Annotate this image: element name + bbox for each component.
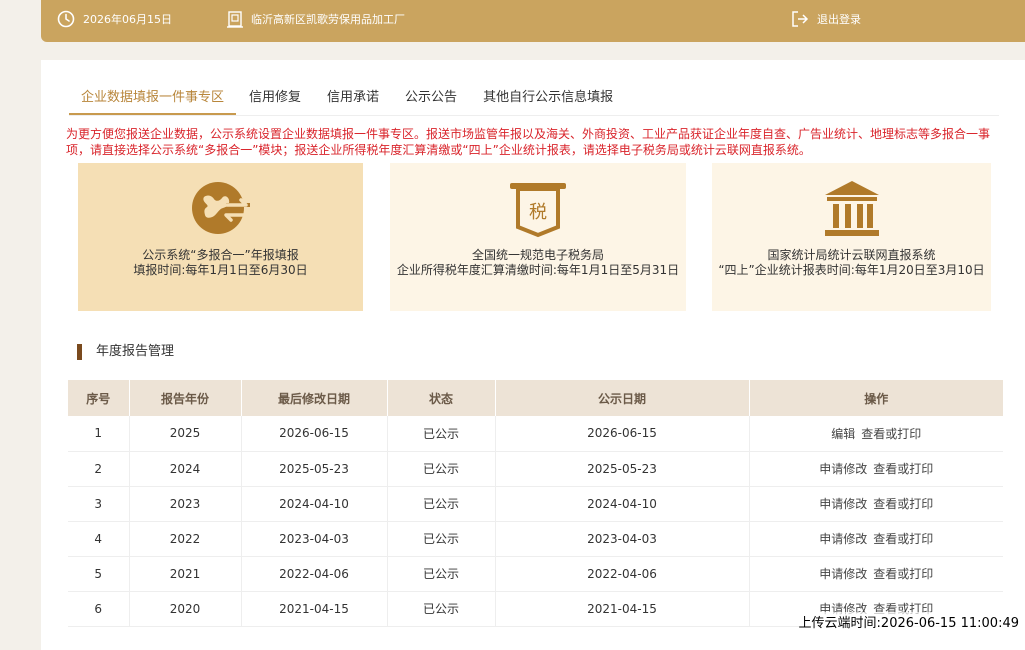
col-header-published: 公示日期 — [495, 380, 749, 416]
tab-credit-repair[interactable]: 信用修复 — [236, 78, 314, 115]
cell-no: 4 — [68, 521, 129, 556]
cell-published: 2025-05-23 — [495, 451, 749, 486]
main-panel: 企业数据填报一件事专区 信用修复 信用承诺 公示公告 其他自行公示信息填报 为更… — [41, 60, 1025, 650]
cell-published: 2026-06-15 — [495, 416, 749, 451]
cell-actions: 申请修改查看或打印 — [749, 521, 1003, 556]
tab-bar: 企业数据填报一件事专区 信用修复 信用承诺 公示公告 其他自行公示信息填报 — [69, 78, 999, 116]
cell-published: 2022-04-06 — [495, 556, 749, 591]
logout-label: 退出登录 — [817, 11, 861, 27]
logout-icon — [791, 10, 809, 28]
table-row: 120252026-06-15已公示2026-06-15编辑查看或打印 — [68, 416, 1003, 451]
header-company: 临沂高新区凯歌劳保用品加工厂 — [227, 0, 405, 38]
table-row: 220242025-05-23已公示2025-05-23申请修改查看或打印 — [68, 451, 1003, 486]
card-statistics-time: “四上”企业统计报表时间:每年1月20日至3月10日 — [712, 263, 991, 278]
cell-modified: 2023-04-03 — [241, 521, 387, 556]
report-combine-icon — [190, 177, 252, 242]
view-print-link[interactable]: 查看或打印 — [873, 532, 933, 546]
cell-actions: 申请修改查看或打印 — [749, 556, 1003, 591]
card-e-tax[interactable]: 税 全国统一规范电子税务局 企业所得税年度汇算清缴时间:每年1月1日至5月31日 — [390, 163, 686, 311]
tax-badge-text: 税 — [529, 202, 547, 223]
card-e-tax-title: 全国统一规范电子税务局 — [390, 248, 686, 263]
header-company-text: 临沂高新区凯歌劳保用品加工厂 — [251, 11, 405, 27]
card-statistics[interactable]: 国家统计局统计云联网直报系统 “四上”企业统计报表时间:每年1月20日至3月10… — [712, 163, 991, 311]
top-header-bar: 2026年06月15日 临沂高新区凯歌劳保用品加工厂 退出登录 — [41, 0, 1025, 42]
col-header-modified: 最后修改日期 — [241, 380, 387, 416]
card-e-tax-time: 企业所得税年度汇算清缴时间:每年1月1日至5月31日 — [390, 263, 686, 278]
col-header-no: 序号 — [68, 380, 129, 416]
card-statistics-title: 国家统计局统计云联网直报系统 — [712, 248, 991, 263]
cell-modified: 2021-04-15 — [241, 591, 387, 626]
cell-no: 1 — [68, 416, 129, 451]
cell-no: 5 — [68, 556, 129, 591]
card-multi-report-time: 填报时间:每年1月1日至6月30日 — [78, 263, 363, 278]
table-row: 520212022-04-06已公示2022-04-06申请修改查看或打印 — [68, 556, 1003, 591]
upload-time-overlay: 上传云端时间:2026-06-15 11:00:49 — [799, 612, 1019, 631]
cell-no: 2 — [68, 451, 129, 486]
cell-actions: 申请修改查看或打印 — [749, 486, 1003, 521]
tab-other-disclosure[interactable]: 其他自行公示信息填报 — [470, 78, 626, 115]
clock-icon — [57, 10, 75, 28]
cell-status: 已公示 — [387, 451, 495, 486]
cell-published: 2023-04-03 — [495, 521, 749, 556]
cell-no: 6 — [68, 591, 129, 626]
view-print-link[interactable]: 查看或打印 — [861, 427, 921, 441]
cell-modified: 2022-04-06 — [241, 556, 387, 591]
tab-announcements[interactable]: 公示公告 — [392, 78, 470, 115]
request-modify-link[interactable]: 申请修改 — [819, 567, 867, 581]
cell-modified: 2026-06-15 — [241, 416, 387, 451]
cell-modified: 2025-05-23 — [241, 451, 387, 486]
edit-link[interactable]: 编辑 — [831, 427, 855, 441]
cell-actions: 申请修改查看或打印 — [749, 451, 1003, 486]
company-icon — [227, 10, 243, 28]
col-header-actions: 操作 — [749, 380, 1003, 416]
cell-year: 2025 — [129, 416, 241, 451]
request-modify-link[interactable]: 申请修改 — [819, 462, 867, 476]
government-building-icon — [821, 179, 883, 242]
card-multi-report-title: 公示系统“多报合一”年报填报 — [78, 248, 363, 263]
view-print-link[interactable]: 查看或打印 — [873, 567, 933, 581]
table-row: 320232024-04-10已公示2024-04-10申请修改查看或打印 — [68, 486, 1003, 521]
tab-enterprise-data[interactable]: 企业数据填报一件事专区 — [69, 78, 236, 115]
cell-year: 2022 — [129, 521, 241, 556]
tax-icon: 税 — [508, 179, 568, 242]
card-multi-report[interactable]: 公示系统“多报合一”年报填报 填报时间:每年1月1日至6月30日 — [78, 163, 363, 311]
cell-year: 2021 — [129, 556, 241, 591]
cell-status: 已公示 — [387, 486, 495, 521]
cell-year: 2023 — [129, 486, 241, 521]
table-row: 420222023-04-03已公示2023-04-03申请修改查看或打印 — [68, 521, 1003, 556]
logout-button[interactable]: 退出登录 — [791, 0, 861, 38]
cell-status: 已公示 — [387, 416, 495, 451]
cell-status: 已公示 — [387, 521, 495, 556]
cell-published: 2021-04-15 — [495, 591, 749, 626]
table-header-row: 序号 报告年份 最后修改日期 状态 公示日期 操作 — [68, 380, 1003, 416]
cell-status: 已公示 — [387, 591, 495, 626]
cell-published: 2024-04-10 — [495, 486, 749, 521]
view-print-link[interactable]: 查看或打印 — [873, 497, 933, 511]
cell-actions: 编辑查看或打印 — [749, 416, 1003, 451]
header-date-text: 2026年06月15日 — [83, 11, 172, 27]
cell-modified: 2024-04-10 — [241, 486, 387, 521]
col-header-year: 报告年份 — [129, 380, 241, 416]
annual-report-table: 序号 报告年份 最后修改日期 状态 公示日期 操作 120252026-06-1… — [68, 380, 1003, 627]
cell-year: 2020 — [129, 591, 241, 626]
cell-year: 2024 — [129, 451, 241, 486]
view-print-link[interactable]: 查看或打印 — [873, 462, 933, 476]
cell-status: 已公示 — [387, 556, 495, 591]
notice-text: 为更方便您报送企业数据，公示系统设置企业数据填报一件事专区。报送市场监管年报以及… — [66, 126, 1006, 158]
col-header-status: 状态 — [387, 380, 495, 416]
header-date: 2026年06月15日 — [57, 0, 172, 38]
tab-credit-promise[interactable]: 信用承诺 — [314, 78, 392, 115]
request-modify-link[interactable]: 申请修改 — [819, 497, 867, 511]
section-title-annual-report: 年度报告管理 — [77, 344, 174, 360]
cell-no: 3 — [68, 486, 129, 521]
request-modify-link[interactable]: 申请修改 — [819, 532, 867, 546]
